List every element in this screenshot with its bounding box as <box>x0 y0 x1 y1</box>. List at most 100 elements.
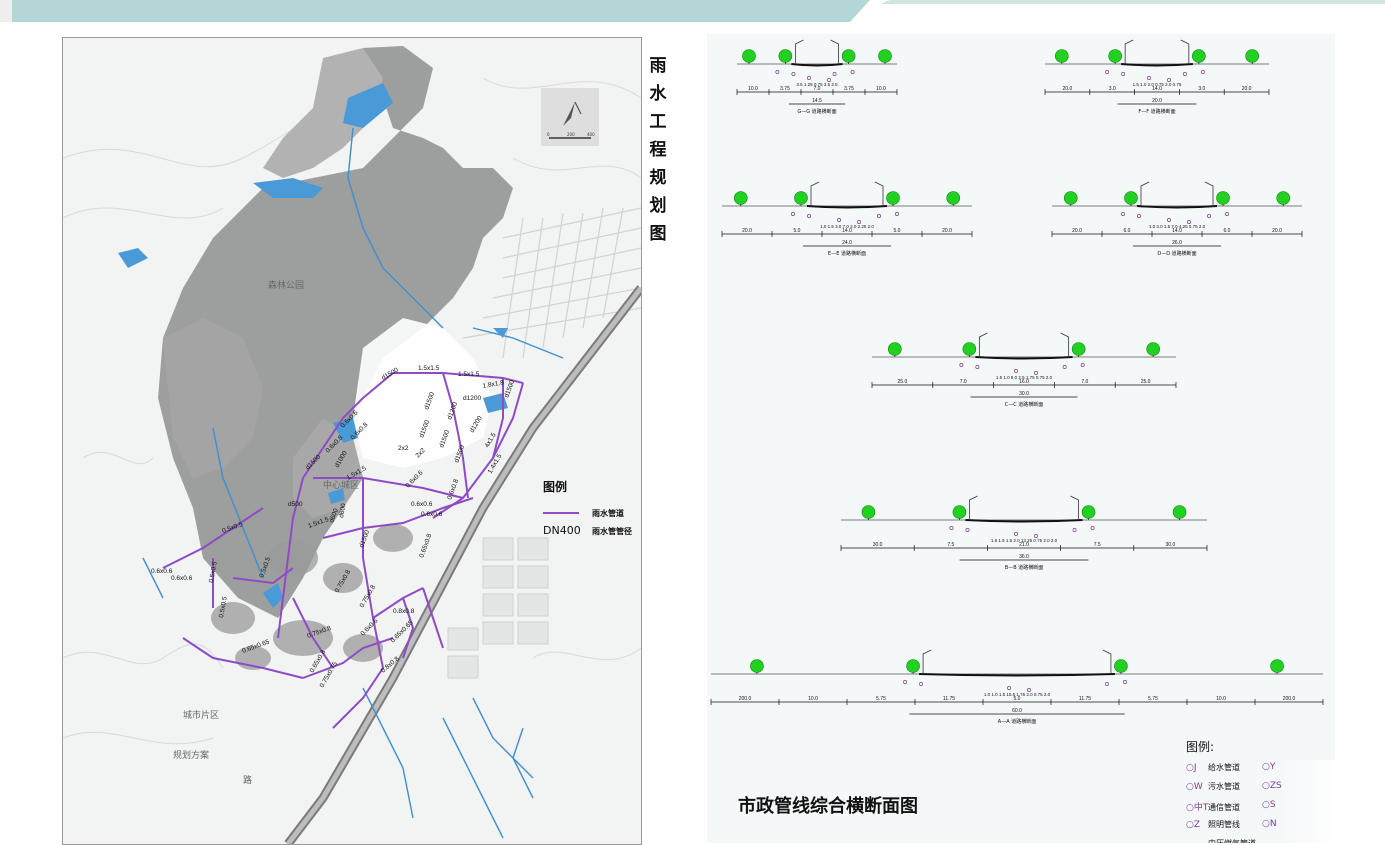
section-legend-row: ○Z 照明管线 <box>1186 819 1240 830</box>
street-lamp-icon <box>1102 649 1112 674</box>
section-label: F—F 道路横断面 <box>1138 108 1175 115</box>
map-title-char: 工 <box>649 112 667 132</box>
section-label: A—A 道路横断面 <box>998 718 1036 725</box>
dimension-value: 7.5 <box>1094 542 1101 548</box>
legend-pipe-swatch <box>543 512 579 514</box>
street-lamp-icon <box>969 495 978 520</box>
pipe-size-label: 1.5x1.5 <box>418 365 440 372</box>
scale-tick-label: 200 <box>567 132 575 137</box>
dimension-value: 6.0 <box>1124 228 1131 234</box>
pipe-symbol-icon <box>791 212 795 216</box>
pipe-size-label: 1.5x1.5 <box>458 371 480 378</box>
legend-title: 图例 <box>543 480 568 494</box>
pipe-symbol-icon <box>1014 532 1018 536</box>
pipe-symbol-icon <box>837 218 841 222</box>
pipe-symbol-icon <box>1007 686 1011 690</box>
map-title-vertical: 雨水工程规划图 <box>648 52 668 248</box>
section-legend-row: ○中T通信管道 <box>1186 800 1240 813</box>
pipe-symbol-icon <box>895 212 899 216</box>
pipe-size-label: 0.6x0.6 <box>411 501 433 508</box>
pipe-size-label: 0.75x0.75 <box>319 660 340 689</box>
pipe-type-symbol-icon: ○中T <box>1186 803 1209 813</box>
street-lamp-icon <box>978 332 988 357</box>
map-title-char: 规 <box>649 168 667 188</box>
pipe-size-label: 2x2 <box>398 445 409 452</box>
legend-pipe-label: 雨水管道 <box>592 509 624 518</box>
pipe-type-symbol-icon: ○N <box>1262 819 1277 829</box>
dimension-total-value: 26.0 <box>1172 240 1182 246</box>
dimension-value: 10.0 <box>748 86 758 92</box>
pipe-symbol-icon <box>949 526 954 530</box>
pipe-symbol-icon <box>1121 72 1126 76</box>
urban-grid-south <box>447 537 549 679</box>
pipe-size-label: 1.8x1.8 <box>482 379 505 390</box>
pipe-symbol-icon <box>1121 212 1125 216</box>
place-label: 规划方案 <box>173 749 209 761</box>
tree-icon <box>861 505 876 519</box>
pipe-symbol-icon <box>975 365 980 369</box>
dimension-total-value: 24.0 <box>842 240 852 246</box>
dimension-total-value: 20.0 <box>1152 98 1162 104</box>
section-label: D—D 道路横断面 <box>1157 250 1196 257</box>
pipe-size-label: 0.75x0.8 <box>359 584 378 609</box>
dimension-value: 3.75 <box>780 86 790 92</box>
place-label: 中心城区 <box>323 479 359 491</box>
tree-icon <box>962 342 977 356</box>
tree-icon <box>1192 49 1206 63</box>
dimension-value: 7.5 <box>947 542 954 548</box>
scale-tick-label: 400 <box>587 132 595 137</box>
legend-size-key: DN400 <box>543 524 581 537</box>
tree-icon <box>1108 49 1122 63</box>
map-title-char: 程 <box>649 140 667 160</box>
rainwater-plan-map[interactable]: 1.5x1.5 1.5x1.5 1.8x1.8 d1500 d1500 d1500 d120… <box>62 37 642 845</box>
pipe-size-label: 0.6x0.6 <box>151 568 173 575</box>
sub-dimension-values: 3.5 1.25 0.75 3.5 2.5 <box>796 82 838 87</box>
map-canvas: 1.5x1.51.5x1.51.8x1.8d1500d1500d1500d120… <box>63 46 641 844</box>
pipe-symbol-icon <box>1072 528 1077 532</box>
pipe-symbol-icon <box>1104 682 1109 686</box>
place-label: 森林公园 <box>268 279 304 291</box>
sub-dimension-values: 1.5 1.5 1.5 2.0 13.25 0.75 2.0 2.0 <box>991 538 1058 543</box>
dimension-value: 20.0 <box>942 228 952 234</box>
cross-section-panel[interactable]: 10.0 3.75 7.0 3.75 10.0 14.5 3.5 1.25 0.75 3.5… <box>707 34 1335 843</box>
pipe-symbol-icon <box>775 70 780 74</box>
sub-dimension-values: 1.5 1.0 2.0 0.75 2.0 0.75 <box>1133 82 1182 87</box>
dimension-value: 5.75 <box>1148 696 1158 702</box>
pipe-symbol-icon <box>959 363 964 367</box>
section-legend-row: ○J 给水管道 <box>1186 762 1240 773</box>
street-lamp-icon <box>795 39 804 64</box>
section-legend-label: 污水管道 <box>1208 782 1240 791</box>
dimension-value: 10.0 <box>808 696 818 702</box>
tree-icon <box>1054 49 1069 63</box>
pipe-size-label: d1500 <box>503 379 516 399</box>
dimension-value: 20.0 <box>1272 228 1282 234</box>
dimension-value: 20.0 <box>742 228 752 234</box>
pipe-symbol-icon <box>877 214 881 218</box>
dimension-value: 20.0 <box>1072 228 1082 234</box>
dimension-value: 10.0 <box>1216 696 1226 702</box>
dimension-total-value: 60.0 <box>1012 708 1022 714</box>
tree-icon <box>841 49 856 63</box>
pipe-symbol-icon <box>1147 76 1151 80</box>
pipe-size-label: 0.6x0.6 <box>171 575 193 582</box>
street-lamp-icon <box>1060 332 1070 357</box>
dimension-total-value: 36.0 <box>1019 554 1029 560</box>
pipe-symbol-icon <box>965 528 970 532</box>
sub-dimension-values: 1.0 1.0 1.5 15.5 1.75 2.0 0.75 2.0 <box>984 692 1051 697</box>
tree-icon <box>888 342 902 356</box>
pipe-type-symbol-icon: ○Z <box>1186 820 1201 830</box>
section-legend-label: 通信管道 <box>1208 803 1240 812</box>
section-label: C—C 道路横断面 <box>1005 401 1044 408</box>
dimension-total-value: 30.0 <box>1019 391 1029 397</box>
pipe-symbol-icon <box>1137 214 1141 218</box>
pipe-symbol-icon <box>1080 363 1085 367</box>
street-lamp-icon <box>922 649 932 674</box>
north-arrow-scale <box>541 88 599 146</box>
pipe-symbol-icon <box>1225 212 1229 216</box>
tree-icon <box>794 191 808 205</box>
street-lamp-icon <box>1124 39 1134 64</box>
tree-icon <box>952 505 967 519</box>
dimension-value: 25.0 <box>1141 379 1151 385</box>
pipe-type-symbol-icon: ○ZS <box>1262 781 1282 791</box>
pipe-symbol-icon <box>1122 680 1127 684</box>
